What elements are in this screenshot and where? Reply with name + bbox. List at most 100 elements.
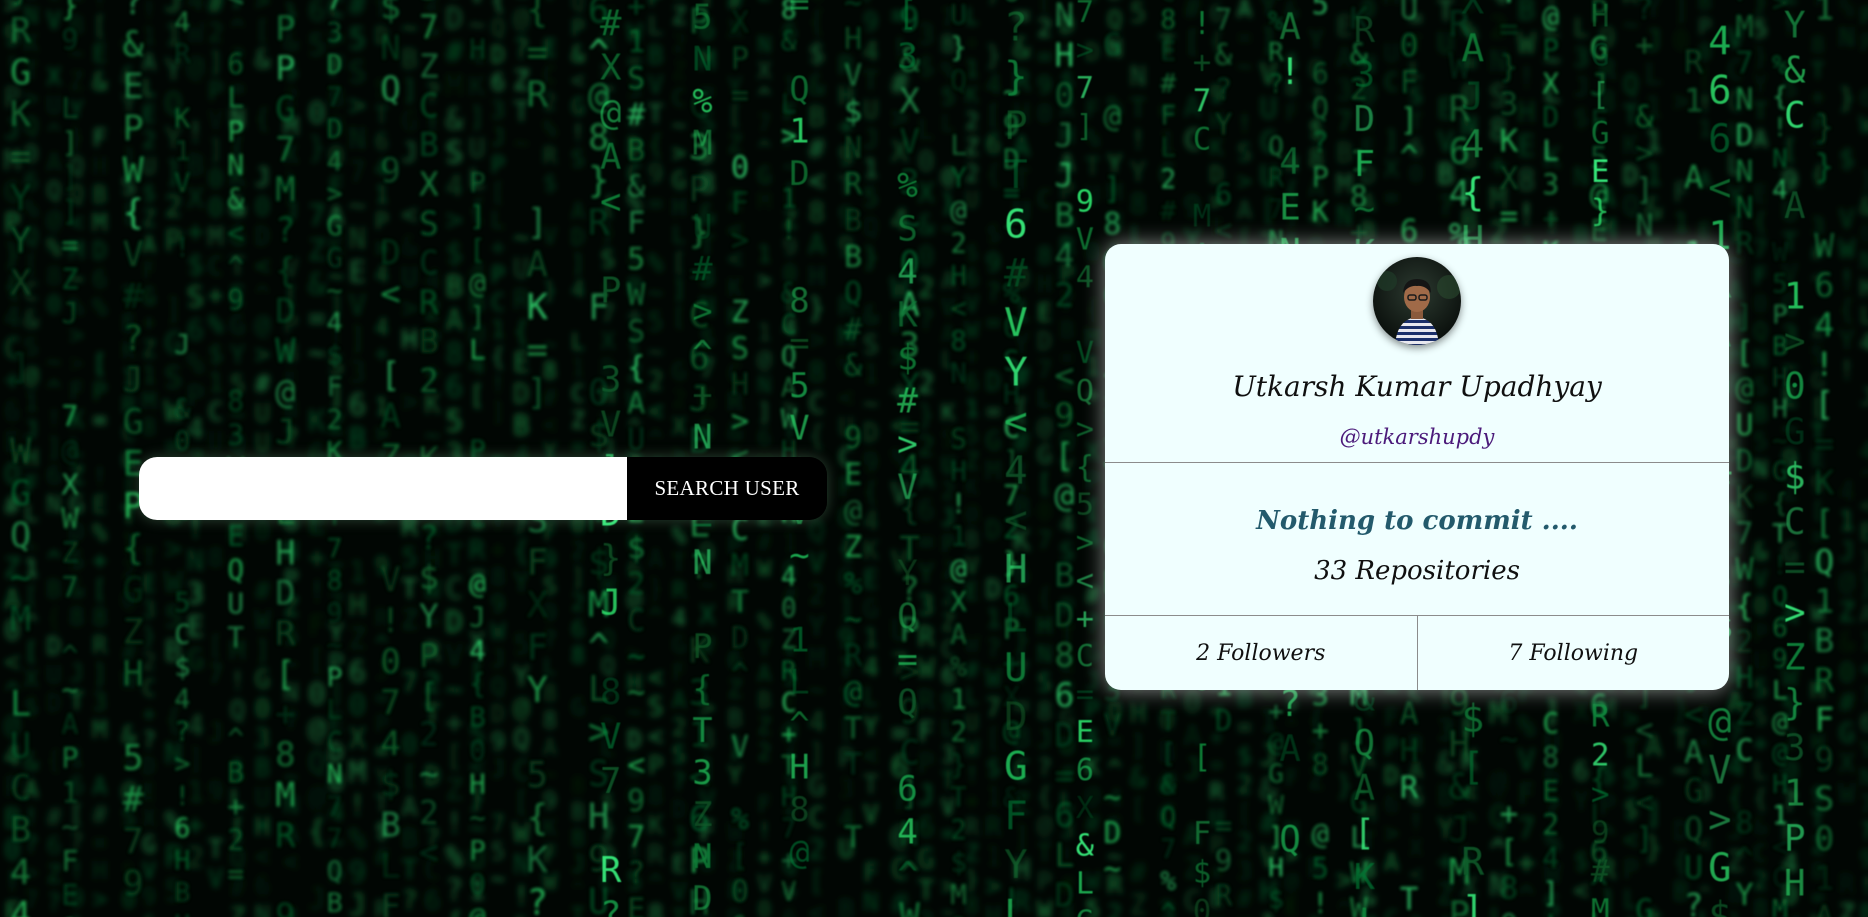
matrix-glyph: F xyxy=(380,887,401,917)
matrix-glyph: ~ xyxy=(627,639,645,674)
matrix-glyph: [ xyxy=(1054,435,1074,474)
matrix-glyph: 3 xyxy=(918,906,935,917)
matrix-glyph: 6 xyxy=(174,813,190,844)
matrix-glyph: D xyxy=(672,795,686,823)
matrix-glyph: V xyxy=(672,877,686,905)
avatar[interactable] xyxy=(1373,257,1461,345)
matrix-glyph: B xyxy=(227,756,244,789)
matrix-glyph: 1 xyxy=(986,842,1002,872)
matrix-glyph: N xyxy=(380,29,401,69)
search-user-button[interactable]: SEARCH USER xyxy=(627,457,827,520)
matrix-glyph: Y xyxy=(1784,3,1806,46)
matrix-glyph: < xyxy=(808,164,825,197)
matrix-glyph: A xyxy=(142,50,156,76)
matrix-glyph: E xyxy=(349,255,366,289)
matrix-glyph: U xyxy=(692,207,712,246)
matrix-glyph: L xyxy=(380,846,401,886)
matrix-glyph: < xyxy=(227,0,244,13)
matrix-glyph: > xyxy=(1591,776,1610,812)
repositories-count: 33 Repositories xyxy=(1314,556,1520,586)
matrix-glyph: 0 xyxy=(731,875,749,910)
matrix-glyph: + xyxy=(1193,44,1212,80)
matrix-glyph: + xyxy=(1312,713,1329,747)
matrix-glyph: 6 xyxy=(446,370,464,404)
matrix-glyph: } xyxy=(1753,0,1767,16)
matrix-glyph: Y xyxy=(1839,326,1855,356)
matrix-glyph: X xyxy=(672,412,687,440)
matrix-glyph: ] xyxy=(1461,888,1484,917)
matrix-glyph: # xyxy=(600,3,622,44)
matrix-glyph: = xyxy=(527,330,548,371)
matrix-glyph: ^ xyxy=(47,119,62,148)
matrix-glyph: 8 xyxy=(1193,0,1212,3)
matrix-glyph: E xyxy=(92,39,107,68)
matrix-glyph: 0 xyxy=(308,96,326,131)
matrix-glyph: E xyxy=(1037,298,1052,327)
matrix-glyph: { xyxy=(1753,208,1767,236)
matrix-glyph: H xyxy=(808,259,825,292)
matrix-glyph: H xyxy=(1400,733,1419,769)
matrix-glyph: U xyxy=(469,133,485,164)
matrix-glyph: 6 xyxy=(1384,790,1399,819)
matrix-glyph: ] xyxy=(1635,172,1653,207)
matrix-glyph: = xyxy=(1237,712,1252,741)
followers-count[interactable]: 2 Followers xyxy=(1105,616,1417,690)
matrix-glyph: 8 xyxy=(208,543,223,573)
matrix-glyph: 2 xyxy=(918,272,935,304)
matrix-glyph: & xyxy=(571,42,585,68)
matrix-glyph: A xyxy=(918,462,935,494)
matrix-glyph: [ xyxy=(672,303,686,331)
matrix-glyph: [ xyxy=(1499,833,1518,869)
matrix-glyph: 2 xyxy=(571,591,585,617)
matrix-glyph: W xyxy=(1772,238,1788,268)
matrix-glyph: = xyxy=(92,828,107,857)
matrix-glyph: [ xyxy=(1814,503,1834,542)
matrix-glyph: ? xyxy=(1312,125,1329,159)
matrix-glyph: G xyxy=(1004,0,1028,1)
matrix-glyph: W xyxy=(275,332,296,371)
matrix-glyph: ] xyxy=(527,202,548,243)
matrix-glyph: C xyxy=(672,84,686,112)
matrix-glyph: E xyxy=(142,572,156,598)
matrix-glyph: U xyxy=(1400,0,1419,27)
matrix-glyph: { xyxy=(47,746,62,775)
matrix-glyph: 8 xyxy=(571,774,585,800)
matrix-glyph: 1 xyxy=(950,685,966,716)
matrix-glyph: ! xyxy=(1279,50,1301,93)
matrix-glyph: S xyxy=(1753,372,1767,400)
matrix-glyph: 0 xyxy=(731,150,749,185)
matrix-glyph: M xyxy=(1193,199,1212,235)
matrix-glyph: 2 xyxy=(227,824,244,857)
matrix-glyph: G xyxy=(1635,894,1653,917)
matrix-glyph: 4 xyxy=(863,37,878,67)
search-input[interactable] xyxy=(139,457,627,520)
matrix-glyph: E xyxy=(672,850,686,878)
matrix-glyph: ? xyxy=(986,278,1002,308)
matrix-glyph: K xyxy=(1499,124,1518,160)
matrix-glyph: 0 xyxy=(1054,75,1074,114)
matrix-glyph: ] xyxy=(208,47,223,77)
profile-username-link[interactable]: @utkarshupdy xyxy=(1105,425,1729,449)
matrix-glyph: U xyxy=(47,91,62,120)
matrix-glyph: E xyxy=(1160,37,1176,68)
matrix-glyph: N xyxy=(1037,639,1052,668)
matrix-glyph: & xyxy=(1784,48,1806,91)
matrix-glyph: A xyxy=(380,397,401,437)
matrix-glyph: 4 xyxy=(380,724,401,764)
matrix-glyph: > xyxy=(731,223,749,258)
following-count[interactable]: 7 Following xyxy=(1416,616,1730,690)
matrix-glyph: ? xyxy=(672,768,686,796)
matrix-glyph: S xyxy=(1037,668,1052,697)
matrix-glyph: D xyxy=(863,418,878,448)
matrix-glyph: 6 xyxy=(1054,795,1074,834)
matrix-glyph: > xyxy=(1076,526,1094,561)
matrix-glyph: } xyxy=(1839,84,1855,114)
matrix-glyph: 9 xyxy=(1037,71,1052,100)
matrix-glyph: = xyxy=(1499,12,1518,48)
matrix-glyph: 4 xyxy=(1004,448,1028,494)
matrix-glyph: > xyxy=(808,323,825,356)
matrix-glyph: J xyxy=(672,823,686,851)
matrix-glyph: # xyxy=(808,132,825,165)
matrix-glyph: [ xyxy=(1354,812,1375,853)
matrix-glyph: + xyxy=(965,789,979,815)
